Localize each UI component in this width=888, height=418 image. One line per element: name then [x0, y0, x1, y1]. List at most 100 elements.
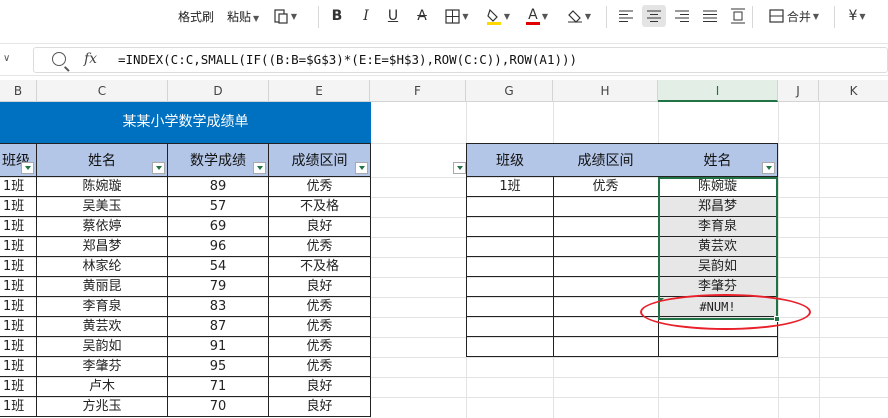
table-cell[interactable]: 黄芸欢: [37, 317, 168, 337]
left-table-title[interactable]: 某某小学数学成绩单: [0, 102, 371, 143]
table-cell[interactable]: 1班: [0, 257, 37, 277]
formula-text[interactable]: =INDEX(C:C,SMALL(IF((B:B=$G$3)*(E:E=$H$3…: [118, 52, 577, 67]
table-cell[interactable]: 黄丽昆: [37, 277, 168, 297]
table-cell[interactable]: [553, 317, 659, 337]
table-cell[interactable]: 1班: [0, 237, 37, 257]
header-cell-range[interactable]: 成绩区间: [269, 143, 371, 177]
align-right-button[interactable]: [672, 5, 692, 27]
table-cell[interactable]: 1班: [0, 377, 37, 397]
table-cell[interactable]: [466, 317, 554, 337]
header-cell-score[interactable]: 数学成绩: [168, 143, 269, 177]
chevron-down-icon[interactable]: ▼: [291, 12, 297, 21]
table-cell[interactable]: 89: [168, 177, 269, 197]
col-header-i[interactable]: I: [658, 80, 778, 102]
table-cell[interactable]: [466, 277, 554, 297]
filter-dropdown-icon[interactable]: [152, 162, 165, 174]
table-cell[interactable]: 79: [168, 277, 269, 297]
col-header-b[interactable]: B: [0, 80, 37, 102]
col-header-c[interactable]: C: [37, 80, 168, 102]
header-cell-name[interactable]: 姓名: [37, 143, 168, 177]
italic-button[interactable]: I: [356, 5, 376, 27]
chevron-down-icon[interactable]: ▼: [585, 12, 591, 21]
chevron-down-icon[interactable]: ▼: [813, 12, 819, 21]
table-cell[interactable]: 吴美玉: [37, 197, 168, 217]
table-cell[interactable]: [466, 337, 554, 357]
chevron-down-icon[interactable]: ▼: [504, 12, 510, 21]
formula-input-box[interactable]: fx =INDEX(C:C,SMALL(IF((B:B=$G$3)*(E:E=$…: [33, 47, 888, 73]
table-cell[interactable]: 70: [168, 397, 269, 417]
error-cell[interactable]: #NUM!: [658, 297, 778, 317]
table-cell[interactable]: [466, 297, 554, 317]
table-cell[interactable]: [466, 197, 554, 217]
result-cell[interactable]: 黄芸欢: [658, 237, 778, 257]
table-cell[interactable]: 良好: [269, 277, 371, 297]
table-cell[interactable]: 1班: [0, 337, 37, 357]
col-header-h[interactable]: H: [553, 80, 658, 102]
result-cell[interactable]: 李育泉: [658, 217, 778, 237]
fx-icon[interactable]: fx: [84, 51, 97, 67]
bold-button[interactable]: B: [327, 5, 347, 27]
table-cell[interactable]: 1班: [0, 177, 37, 197]
chevron-down-icon[interactable]: ▼: [542, 12, 548, 21]
filter-dropdown-icon[interactable]: [21, 162, 34, 174]
zoom-icon[interactable]: [52, 52, 66, 66]
table-cell[interactable]: 54: [168, 257, 269, 277]
error-indicator-icon[interactable]: [659, 298, 664, 303]
result-cell[interactable]: 李肇芬: [658, 277, 778, 297]
table-cell[interactable]: 不及格: [269, 257, 371, 277]
table-cell[interactable]: [553, 297, 659, 317]
wrap-text-button[interactable]: [728, 5, 748, 27]
result-cell[interactable]: 陈婉璇: [658, 177, 778, 197]
table-cell[interactable]: 69: [168, 217, 269, 237]
table-cell[interactable]: 96: [168, 237, 269, 257]
merge-button[interactable]: 合并 ▼: [760, 5, 828, 27]
fill-color-button[interactable]: ▼: [481, 5, 515, 27]
filter-dropdown-icon[interactable]: [762, 162, 775, 174]
table-cell[interactable]: 良好: [269, 217, 371, 237]
col-header-f[interactable]: F: [370, 80, 466, 102]
table-cell[interactable]: 95: [168, 357, 269, 377]
clear-button[interactable]: ▼: [562, 5, 596, 27]
filter-dropdown-icon[interactable]: [355, 162, 368, 174]
filter-dropdown-icon[interactable]: [253, 162, 266, 174]
result-cell[interactable]: [658, 337, 778, 357]
header-cell-class[interactable]: 班级: [0, 143, 37, 177]
chevron-down-icon[interactable]: ▼: [859, 12, 865, 21]
align-left-button[interactable]: [616, 5, 636, 27]
table-cell[interactable]: [466, 237, 554, 257]
col-header-j[interactable]: J: [778, 80, 819, 102]
filter-dropdown-icon[interactable]: [453, 162, 466, 174]
namebox-dropdown-icon[interactable]: ∨: [3, 53, 10, 64]
col-header-e[interactable]: E: [269, 80, 370, 102]
paste-button[interactable]: 粘贴 ▼: [227, 8, 259, 25]
table-cell[interactable]: [553, 217, 659, 237]
table-cell[interactable]: 林家纶: [37, 257, 168, 277]
result-cell[interactable]: 吴韵如: [658, 257, 778, 277]
table-cell[interactable]: 蔡依婷: [37, 217, 168, 237]
table-cell[interactable]: 优秀: [269, 237, 371, 257]
table-cell[interactable]: 1班: [0, 277, 37, 297]
table-cell[interactable]: 57: [168, 197, 269, 217]
col-header-g[interactable]: G: [466, 80, 553, 102]
table-cell[interactable]: 91: [168, 337, 269, 357]
table-cell[interactable]: 优秀: [269, 317, 371, 337]
table-cell[interactable]: 优秀: [269, 357, 371, 377]
table-cell[interactable]: 优秀: [269, 177, 371, 197]
borders-button[interactable]: ▼: [440, 5, 474, 27]
table-cell[interactable]: 1班: [0, 297, 37, 317]
currency-button[interactable]: ¥ ▼: [842, 5, 872, 27]
chevron-down-icon[interactable]: ▼: [253, 14, 259, 23]
table-cell[interactable]: [553, 197, 659, 217]
table-cell[interactable]: 1班: [0, 317, 37, 337]
underline-button[interactable]: U: [383, 5, 403, 27]
align-center-button[interactable]: [642, 5, 666, 27]
table-cell[interactable]: [553, 337, 659, 357]
paste-options-button[interactable]: ▼: [268, 5, 302, 27]
result-cell[interactable]: 郑昌梦: [658, 197, 778, 217]
justify-button[interactable]: [700, 5, 720, 27]
table-cell[interactable]: 87: [168, 317, 269, 337]
table-cell[interactable]: [466, 257, 554, 277]
table-cell[interactable]: 郑昌梦: [37, 237, 168, 257]
table-cell[interactable]: 1班: [0, 217, 37, 237]
table-cell[interactable]: [553, 277, 659, 297]
